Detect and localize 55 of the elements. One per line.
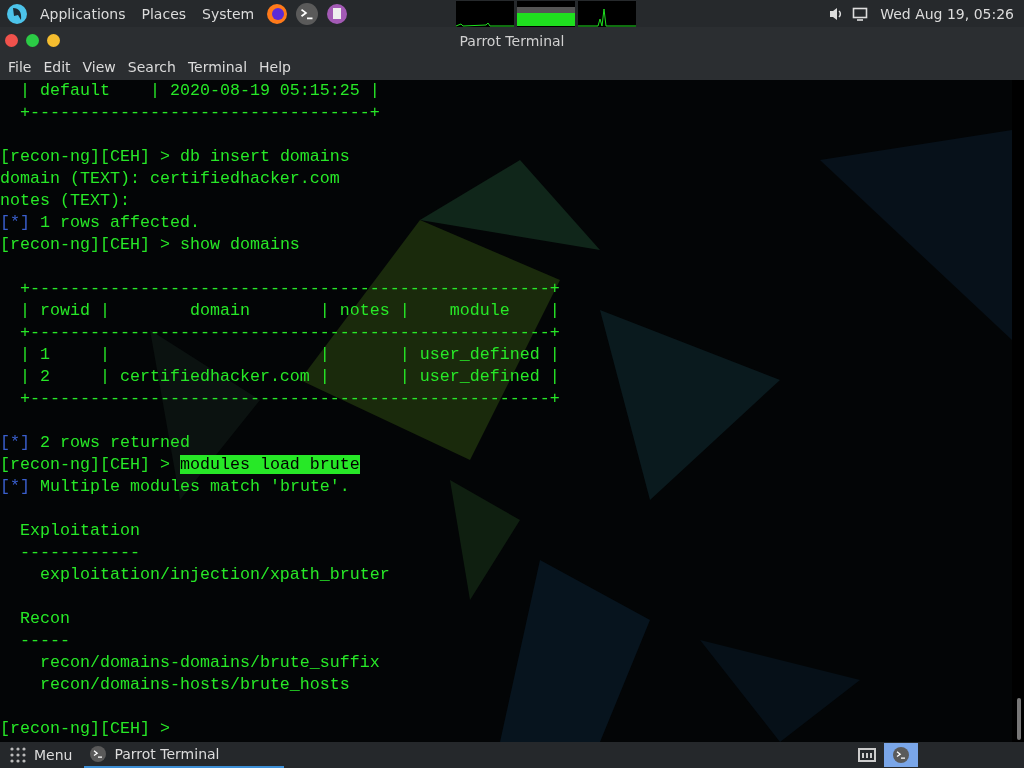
menu-item[interactable]: Edit xyxy=(37,59,77,75)
terminal-line: +----------------------------------------------------+ xyxy=(19,389,560,408)
terminal-line: exploitation/injection/xpath_bruter xyxy=(38,565,390,584)
prompt: [recon-ng][CEH] > xyxy=(0,719,170,738)
terminal-line: recon/domains-domains/brute_suffix xyxy=(38,653,380,672)
selected-command: modules load brute xyxy=(179,455,360,474)
terminal-line: +----------------------------------------------------+ xyxy=(19,323,560,342)
close-icon[interactable] xyxy=(5,34,18,47)
terminal-icon xyxy=(90,746,107,762)
terminal-line: | 1 | | | user_defined | xyxy=(19,345,560,364)
terminal-line: 2 rows returned xyxy=(40,433,190,452)
menu-item[interactable]: Help xyxy=(253,59,297,75)
maximize-icon[interactable] xyxy=(26,34,39,47)
terminal-line: notes (TEXT): xyxy=(0,191,130,210)
terminal-line: Exploitation xyxy=(19,521,140,540)
prompt: [recon-ng][CEH] > xyxy=(0,147,170,166)
menu-button[interactable]: Menu xyxy=(0,742,85,768)
system-monitor-graph xyxy=(517,0,576,27)
text-editor-icon[interactable] xyxy=(326,2,349,25)
system-monitor-graph xyxy=(578,0,637,27)
terminal-icon xyxy=(296,2,319,25)
window-title: Parrot Terminal xyxy=(459,32,565,49)
menu-item[interactable]: Terminal xyxy=(181,59,254,75)
terminal-line: Recon xyxy=(19,609,70,628)
command: db insert domains xyxy=(179,147,350,166)
prompt: [recon-ng][CEH] > xyxy=(0,235,170,254)
terminal-line: +----------------------------------+ xyxy=(19,103,380,122)
menu-item[interactable]: File xyxy=(2,59,38,75)
grid-icon xyxy=(10,747,26,763)
command: show domains xyxy=(179,235,300,254)
menu-item[interactable]: Search xyxy=(121,59,182,75)
terminal-line: Multiple modules match 'brute'. xyxy=(40,477,350,496)
status-marker: [*] xyxy=(0,433,30,452)
minimize-icon[interactable] xyxy=(47,34,60,47)
taskbar-task[interactable]: Parrot Terminal xyxy=(84,742,285,768)
terminal-line: domain (TEXT): certifiedhacker.com xyxy=(0,169,340,188)
system-monitor-graph xyxy=(456,0,515,27)
terminal-line: +----------------------------------------------------+ xyxy=(19,279,560,298)
clock[interactable]: Wed Aug 19, 05:26 xyxy=(876,5,1018,22)
terminal-line: 1 rows affected. xyxy=(40,213,200,232)
terminal-line: | default | 2020-08-19 05:15:25 | xyxy=(19,81,380,100)
panel-menu[interactable]: Applications xyxy=(36,5,130,22)
terminal-line: | rowid | domain | notes | module | xyxy=(19,301,560,320)
terminal-line: ----- xyxy=(19,631,70,650)
menu-item[interactable]: View xyxy=(76,59,122,75)
terminal-line: recon/domains-hosts/brute_hosts xyxy=(38,675,350,694)
status-marker: [*] xyxy=(0,477,30,496)
status-marker: [*] xyxy=(0,213,30,232)
prompt: [recon-ng][CEH] > xyxy=(0,455,170,474)
display-icon[interactable] xyxy=(852,5,869,22)
panel-menu[interactable]: Places xyxy=(137,5,191,22)
terminal-icon xyxy=(893,747,909,763)
terminal-line: | 2 | certifiedhacker.com | | user_defined | xyxy=(19,367,560,386)
panel-menu[interactable]: System xyxy=(198,5,259,22)
terminal-line: ------------ xyxy=(19,543,140,562)
